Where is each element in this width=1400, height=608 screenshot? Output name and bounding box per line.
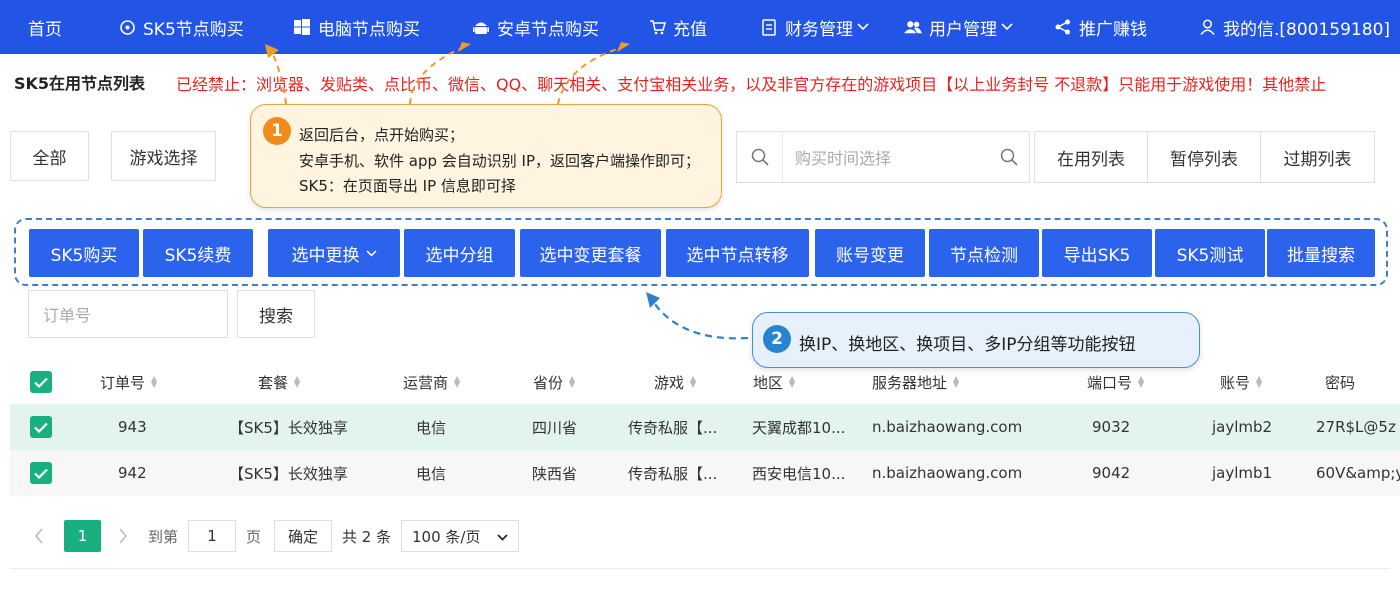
page: { "nav": { "home": "首页", "sk5_buy": "SK5… — [0, 0, 1400, 608]
step-badge-1: 1 — [263, 117, 291, 145]
arrow-to-pc — [409, 47, 463, 105]
arrow-to-sk5 — [271, 51, 287, 105]
tip-line-2: 安卓手机、软件 app 会自动识别 IP，返回客户端操作即可； — [299, 152, 701, 170]
callout-arrows — [265, 42, 749, 340]
tip-callout-2: 2 换IP、换地区、换项目、多IP分组等功能按钮 — [752, 312, 1200, 368]
tip-text-2: 换IP、换地区、换项目、多IP分组等功能按钮 — [799, 335, 1136, 355]
tip-callout-1: 1 返回后台，点开始购买； 安卓手机、软件 app 会自动识别 IP，返回客户端… — [250, 104, 722, 208]
step-badge-2: 2 — [763, 325, 791, 353]
tip-line-3: SK5：在页面导出 IP 信息即可择 — [299, 177, 516, 195]
tip-line-1: 返回后台，点开始购买； — [299, 126, 465, 144]
arrow-to-android — [557, 47, 621, 105]
